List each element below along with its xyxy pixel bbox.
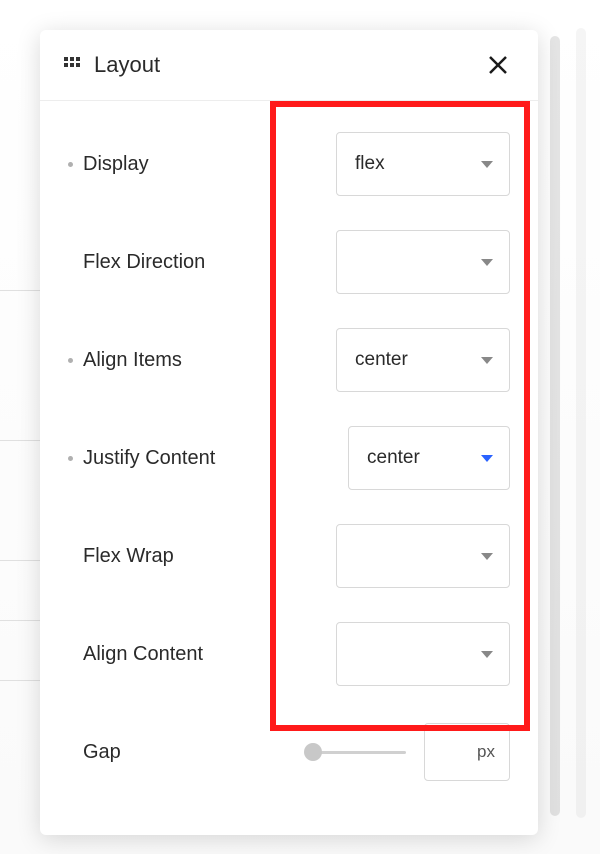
label-wrap: Flex Wrap: [68, 545, 248, 568]
close-icon[interactable]: [486, 53, 510, 77]
chevron-down-icon: [481, 553, 493, 560]
panel-header: Layout: [40, 30, 538, 101]
label-wrap: Align Content: [68, 643, 248, 666]
row-justify-content: Justify Content center: [68, 425, 510, 491]
flex-direction-select[interactable]: [336, 230, 510, 294]
label-wrap: Flex Direction: [68, 251, 248, 274]
gap-unit-input[interactable]: px: [424, 723, 510, 781]
chevron-down-icon: [481, 259, 493, 266]
row-align-items: Align Items center: [68, 327, 510, 393]
row-flex-direction: Flex Direction: [68, 229, 510, 295]
justify-content-select[interactable]: center: [348, 426, 510, 490]
gap-unit: px: [477, 742, 495, 762]
bullet-icon: [68, 456, 73, 461]
layout-panel: Layout Display flex Flex Direction: [40, 30, 538, 835]
gap-controls: px: [306, 723, 510, 781]
align-items-value: center: [355, 349, 408, 371]
align-items-select[interactable]: center: [336, 328, 510, 392]
panel-scrollbar[interactable]: [550, 36, 560, 816]
display-label: Display: [83, 153, 149, 176]
display-value: flex: [355, 153, 385, 175]
label-wrap: Display: [68, 153, 248, 176]
label-wrap: Justify Content: [68, 447, 248, 470]
outer-scrollbar[interactable]: [576, 28, 586, 818]
row-flex-wrap: Flex Wrap: [68, 523, 510, 589]
bg-divider: [0, 620, 40, 621]
chevron-down-icon: [481, 161, 493, 168]
panel-header-left: Layout: [64, 52, 160, 78]
gap-slider[interactable]: [306, 742, 406, 762]
chevron-down-icon: [481, 357, 493, 364]
align-items-label: Align Items: [83, 349, 182, 372]
flex-direction-label: Flex Direction: [83, 251, 205, 274]
row-display: Display flex: [68, 131, 510, 197]
bullet-icon: [68, 162, 73, 167]
label-wrap: Align Items: [68, 349, 248, 372]
align-content-select[interactable]: [336, 622, 510, 686]
flex-wrap-select[interactable]: [336, 524, 510, 588]
gap-label: Gap: [83, 741, 121, 764]
bg-divider: [0, 440, 40, 441]
justify-content-label: Justify Content: [83, 447, 215, 470]
slider-thumb[interactable]: [304, 743, 322, 761]
bullet-icon: [68, 358, 73, 363]
row-gap: Gap px: [68, 719, 510, 785]
label-wrap: Gap: [68, 741, 248, 764]
panel-title: Layout: [94, 52, 160, 78]
grid-icon: [64, 57, 80, 73]
flex-wrap-label: Flex Wrap: [83, 545, 174, 568]
bg-divider: [0, 560, 40, 561]
justify-content-value: center: [367, 447, 420, 469]
align-content-label: Align Content: [83, 643, 203, 666]
row-align-content: Align Content: [68, 621, 510, 687]
chevron-down-icon: [481, 651, 493, 658]
bg-divider: [0, 680, 40, 681]
bg-divider: [0, 290, 40, 291]
chevron-down-icon: [481, 455, 493, 462]
display-select[interactable]: flex: [336, 132, 510, 196]
panel-body: Display flex Flex Direction Align Items: [40, 101, 538, 829]
